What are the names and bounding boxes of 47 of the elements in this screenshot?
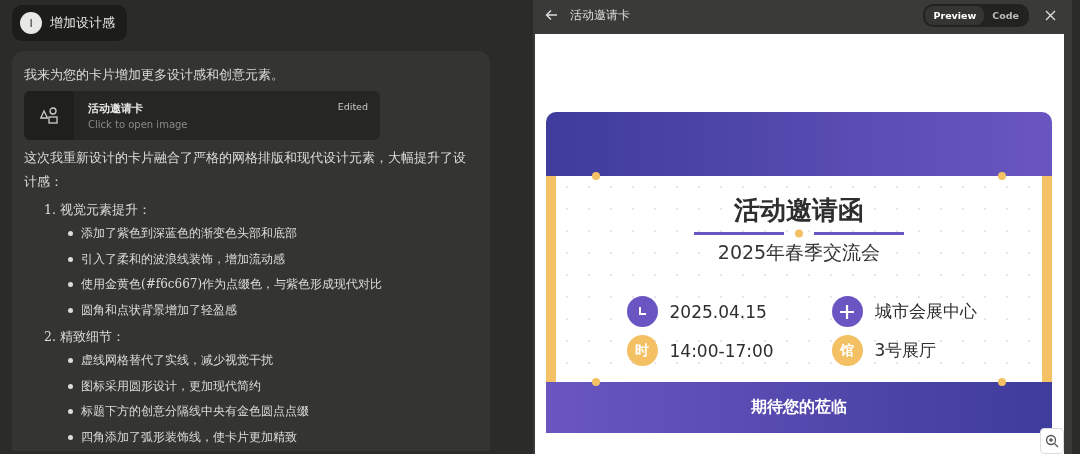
corner-dot xyxy=(592,172,600,180)
detail-text: 2025.04.15 xyxy=(669,301,767,322)
corner-dot xyxy=(998,172,1006,180)
artifact-title: 活动邀请卡 xyxy=(88,101,144,116)
bullet-icon xyxy=(68,231,73,237)
list-heading: 1. 视觉元素提升： xyxy=(43,201,152,219)
card-subtitle: 2025年春季交流会 xyxy=(717,240,881,265)
bullet-icon xyxy=(68,358,73,364)
list-item: 添加了紫色到深蓝色的渐变色头部和底部 xyxy=(81,225,297,242)
artifact-card[interactable]: 活动邀请卡 Click to open image Edited xyxy=(24,91,380,140)
list-heading: 2. 精致细节： xyxy=(43,328,126,346)
artifact-subtitle: Click to open image xyxy=(88,119,189,130)
detail-text: 3号展厅 xyxy=(874,339,937,362)
bullet-icon xyxy=(68,307,73,313)
card-title: 活动邀请函 xyxy=(734,194,864,226)
list-item: 标题下方的创意分隔线中央有金色圆点点缀 xyxy=(81,403,309,420)
footer-text: 期待您的莅临 xyxy=(751,397,847,418)
bullet-icon xyxy=(68,256,73,262)
list-item: 图标采用圆形设计，更加现代简约 xyxy=(81,377,261,395)
close-icon[interactable] xyxy=(1045,9,1056,21)
message-text: 这次我重新设计的卡片融合了严格的网格排版和现代设计元素，大幅提升了设计感： xyxy=(24,149,467,191)
zoom-button[interactable] xyxy=(1040,428,1064,454)
list-item: 使用金黄色(#f6c667)作为点缀色，与紫色形成现代对比 xyxy=(81,276,383,293)
corner-dot xyxy=(592,378,600,386)
corner-dot xyxy=(998,378,1006,386)
detail-text: 城市会展中心 xyxy=(874,300,977,323)
message-text: 我来为您的卡片增加更多设计感和创意元素。 xyxy=(24,66,285,84)
edited-label: Edited xyxy=(337,100,369,114)
list-item: 四角添加了弧形装饰线，使卡片更加精致 xyxy=(81,428,297,446)
bullet-icon xyxy=(68,282,73,288)
view-tab[interactable]: Code xyxy=(984,5,1027,25)
panel-title: 活动邀请卡 xyxy=(570,7,631,23)
bullet-icon xyxy=(68,383,73,389)
glyph-badge: 馆 xyxy=(831,335,863,366)
message-text: 增加设计感 xyxy=(50,14,115,32)
glyph-badge: 时 xyxy=(626,335,658,366)
user-avatar: I xyxy=(20,12,42,34)
back-icon[interactable] xyxy=(545,9,558,21)
list-item: 引入了柔和的波浪线装饰，增加流动感 xyxy=(81,250,285,268)
bullet-icon xyxy=(68,434,73,440)
detail-text: 14:00-17:00 xyxy=(669,340,774,361)
zoom-in-icon xyxy=(1045,434,1059,448)
shapes-icon xyxy=(40,106,58,125)
view-tab[interactable]: Preview xyxy=(925,5,985,25)
list-item: 虚线网格替代了实线，减少视觉干扰 xyxy=(81,352,273,369)
bullet-icon xyxy=(68,409,73,415)
list-item: 圆角和点状背景增加了轻盈感 xyxy=(81,301,237,319)
